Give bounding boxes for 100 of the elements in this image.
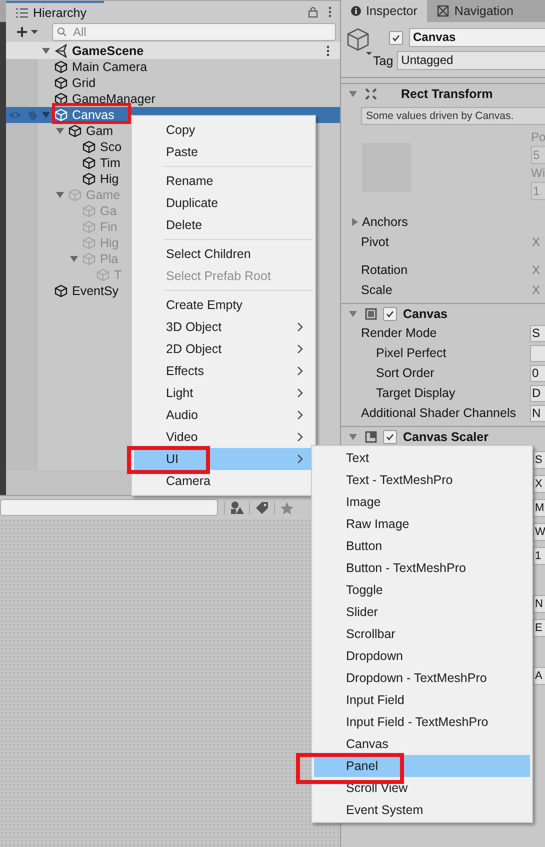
menu-item[interactable]: Event System	[314, 799, 530, 821]
lock-icon[interactable]	[308, 6, 318, 18]
menu-item[interactable]: Effects	[134, 360, 313, 382]
menu-item[interactable]: Button	[314, 535, 530, 557]
check-icon	[391, 32, 401, 42]
property-label: Additional Shader Channels	[361, 406, 517, 420]
menu-item[interactable]: Button - TextMeshPro	[314, 557, 530, 579]
value-field[interactable]: M	[533, 499, 545, 517]
field-label: Po	[531, 130, 545, 144]
hierarchy-item-label[interactable]: GameManager	[72, 92, 156, 106]
navigation-icon	[437, 5, 450, 17]
value-field[interactable]	[530, 344, 545, 362]
menu-item[interactable]: Canvas	[314, 733, 530, 755]
menu-item[interactable]: Image	[314, 491, 530, 513]
enabled-checkbox[interactable]	[383, 430, 397, 444]
hierarchy-item-label[interactable]: Gam	[86, 124, 114, 138]
menu-item[interactable]: Select Children	[134, 243, 313, 265]
property-label: Sort Order	[375, 366, 436, 380]
expand-arrow-icon[interactable]	[349, 90, 357, 98]
expand-arrow-icon[interactable]	[42, 111, 50, 119]
value-field[interactable]: S	[530, 324, 545, 342]
menu-item[interactable]: Slider	[314, 601, 530, 623]
menu-item[interactable]: Dropdown - TextMeshPro	[314, 667, 530, 689]
hierarchy-item-label[interactable]: Hig	[100, 172, 119, 186]
menu-item[interactable]: Text - TextMeshPro	[314, 469, 530, 491]
menu-item[interactable]: Input Field - TextMeshPro	[314, 711, 530, 733]
search-icon	[57, 27, 67, 37]
hierarchy-item-label[interactable]: Canvas	[72, 108, 114, 122]
property-label: Scale	[361, 283, 392, 297]
enabled-checkbox[interactable]	[383, 306, 397, 320]
menu-item[interactable]: UI	[134, 448, 313, 470]
search-field[interactable]	[0, 499, 218, 516]
menu-item[interactable]: Copy	[134, 119, 313, 141]
name-field[interactable]: Canvas	[409, 28, 545, 47]
active-checkbox[interactable]	[389, 30, 403, 44]
hierarchy-item-label[interactable]: Grid	[72, 76, 96, 90]
value-field[interactable]: E	[533, 619, 545, 637]
value-field[interactable]: A	[533, 667, 545, 685]
menu-item[interactable]: 2D Object	[134, 338, 313, 360]
cube-icon	[82, 236, 96, 250]
menu-item[interactable]: Create Empty	[134, 294, 313, 316]
collapse-arrow-icon[interactable]	[351, 218, 359, 226]
value-field[interactable]: W	[533, 523, 545, 541]
menu-item[interactable]: Text	[314, 447, 530, 469]
property-label: Rotation	[361, 263, 408, 277]
value-field: 1	[531, 182, 545, 200]
expand-arrow-icon[interactable]	[56, 127, 64, 135]
canvas-icon	[365, 308, 377, 320]
component-header[interactable]: Rect Transform	[341, 83, 545, 103]
expand-arrow-icon[interactable]	[42, 46, 50, 54]
value-field[interactable]: X	[533, 475, 545, 493]
cube-icon	[54, 92, 68, 106]
inspector-tab[interactable]: Inspector	[341, 0, 428, 22]
menu-item[interactable]: Dropdown	[314, 645, 530, 667]
unity-logo-icon	[54, 44, 68, 58]
cube-icon	[68, 124, 82, 138]
cube-icon	[54, 76, 68, 90]
value-field[interactable]: S	[533, 451, 545, 469]
menu-item[interactable]: Light	[134, 382, 313, 404]
hierarchy-item-label[interactable]: Main Camera	[72, 60, 148, 74]
cube-icon	[82, 172, 96, 186]
menu-item[interactable]: Panel	[314, 755, 530, 777]
cube-icon	[54, 60, 68, 74]
menu-item[interactable]: Paste	[134, 141, 313, 163]
menu-item[interactable]: Rename	[134, 170, 313, 192]
value-field[interactable]: 1	[533, 547, 545, 565]
hierarchy-tab[interactable]: Hierarchy	[6, 1, 104, 22]
more-icon[interactable]	[326, 44, 330, 56]
component-header[interactable]: Canvas	[341, 303, 545, 323]
hierarchy-item-label[interactable]: Tim	[100, 156, 120, 170]
check-icon	[385, 432, 395, 442]
menu-item[interactable]: Video	[134, 426, 313, 448]
value-field[interactable]: N	[530, 404, 545, 422]
hierarchy-item-label[interactable]: Sco	[100, 140, 122, 154]
field-label: Wi	[531, 166, 545, 180]
search-field[interactable]: All	[52, 23, 336, 41]
inspector-tab[interactable]: Navigation	[427, 0, 524, 22]
menu-item[interactable]: Camera	[134, 470, 313, 492]
menu-item[interactable]: 3D Object	[134, 316, 313, 338]
property-label: Pixel Perfect	[375, 346, 448, 360]
more-icon[interactable]	[328, 6, 332, 18]
expand-arrow-icon[interactable]	[349, 432, 357, 440]
property-label: Target Display	[375, 386, 456, 400]
value-field[interactable]: D	[530, 384, 545, 402]
menu-item[interactable]: Scrollbar	[314, 623, 530, 645]
menu-item[interactable]: Delete	[134, 214, 313, 236]
cube-icon	[82, 220, 96, 234]
value-field[interactable]: 0	[530, 364, 545, 382]
menu-item[interactable]: Audio	[134, 404, 313, 426]
menu-item[interactable]: Toggle	[314, 579, 530, 601]
hierarchy-item-label[interactable]: EventSy	[72, 284, 119, 298]
cube-icon	[82, 140, 96, 154]
scene-row[interactable]: GameScene	[6, 42, 340, 59]
tag-dropdown[interactable]: Untagged	[397, 51, 545, 70]
menu-item[interactable]: Duplicate	[134, 192, 313, 214]
menu-item[interactable]: Raw Image	[314, 513, 530, 535]
value-field[interactable]: N	[533, 595, 545, 613]
cube-icon	[54, 284, 68, 298]
expand-arrow-icon[interactable]	[349, 310, 357, 318]
menu-item[interactable]: Input Field	[314, 689, 530, 711]
